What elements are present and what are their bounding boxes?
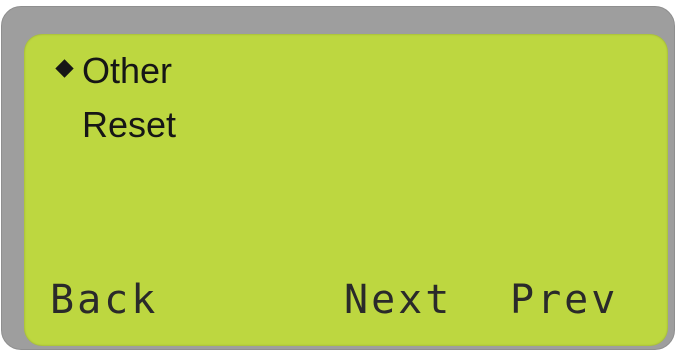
menu-item-label: Other [82, 50, 173, 91]
back-softkey[interactable]: Back [50, 276, 158, 324]
menu-item-label: Reset [82, 104, 177, 145]
next-softkey[interactable]: Next [344, 276, 452, 324]
prev-softkey[interactable]: Prev [510, 276, 618, 324]
